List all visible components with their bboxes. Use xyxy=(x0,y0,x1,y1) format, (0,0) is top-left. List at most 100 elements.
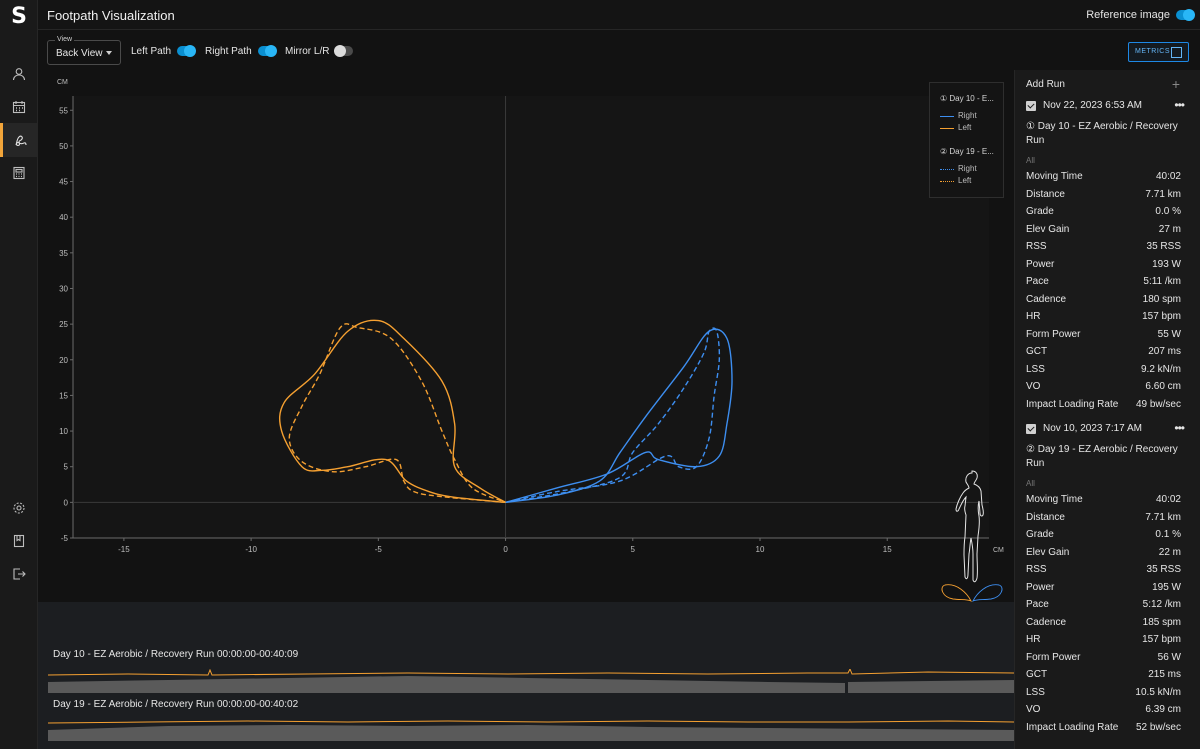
book-icon[interactable] xyxy=(0,524,38,558)
logout-icon[interactable] xyxy=(0,557,38,591)
page-title: Footpath Visualization xyxy=(47,8,175,23)
top-bar: Footpath Visualization Reference image xyxy=(38,0,1200,30)
metric-row: Cadence 185 spm xyxy=(1026,617,1181,631)
metric-row: Pace 5:11 /km xyxy=(1026,276,1181,290)
metric-value: 40:02 xyxy=(1155,494,1181,505)
right-path-toggle[interactable] xyxy=(257,45,277,58)
metric-row: Elev Gain 22 m xyxy=(1026,547,1181,561)
metric-row: Form Power 55 W xyxy=(1026,329,1181,343)
legend-group-2: ② Day 19 - E... xyxy=(940,147,994,156)
metric-row: Impact Loading Rate 49 bw/sec xyxy=(1026,399,1181,413)
metric-label: Power xyxy=(1026,581,1055,593)
metric-row: VO 6.39 cm xyxy=(1026,704,1181,718)
add-run-plus-icon[interactable]: + xyxy=(1172,76,1180,92)
metric-label: Pace xyxy=(1026,276,1049,287)
metric-row: Moving Time 40:02 xyxy=(1026,494,1181,508)
metric-row: Impact Loading Rate 52 bw/sec xyxy=(1026,722,1181,736)
run-checkbox[interactable] xyxy=(1026,101,1036,111)
metric-row: Cadence 180 spm xyxy=(1026,294,1181,308)
legend-item-right-1: Right xyxy=(940,111,1000,121)
left-path-control: Left Path xyxy=(131,45,197,58)
metric-value: 6.39 cm xyxy=(1145,704,1181,715)
x-tick-label: -15 xyxy=(118,545,130,554)
metric-label: VO xyxy=(1026,381,1041,392)
y-tick-label: 20 xyxy=(59,356,68,365)
run-more-icon[interactable]: ••• xyxy=(1174,98,1185,112)
y-tick-label: 50 xyxy=(59,142,68,151)
metric-row: LSS 9.2 kN/m xyxy=(1026,364,1181,378)
metric-value: 0.0 % xyxy=(1155,206,1181,217)
view-select[interactable]: Back View xyxy=(47,40,121,65)
chart-legend: ① Day 10 - E... Right Left ② Day 19 - E.… xyxy=(929,82,1004,198)
metric-row: Power 193 W xyxy=(1026,259,1181,273)
left-path-toggle[interactable] xyxy=(177,45,197,58)
metric-value: 35 RSS xyxy=(1146,564,1181,575)
metric-label: GCT xyxy=(1026,669,1048,680)
metric-row: VO 6.60 cm xyxy=(1026,381,1181,395)
run-filter[interactable]: All xyxy=(1026,479,1035,488)
metric-value: 27 m xyxy=(1158,223,1181,235)
y-tick-label: 55 xyxy=(59,106,68,115)
metric-label: Impact Loading Rate xyxy=(1026,398,1119,410)
settings-icon[interactable] xyxy=(0,491,38,525)
metric-label: GCT xyxy=(1026,346,1048,357)
metric-row: Grade 0.1 % xyxy=(1026,529,1181,543)
chevron-down-icon xyxy=(106,51,112,55)
add-run-label: Add Run xyxy=(1026,79,1065,90)
metric-label: Impact Loading Rate xyxy=(1026,721,1119,733)
legend-item-left-2: Left xyxy=(940,176,1000,186)
calculator-icon[interactable] xyxy=(0,156,38,190)
mirror-toggle[interactable] xyxy=(334,45,354,58)
metric-value: 7.71 km xyxy=(1145,188,1181,200)
run-date: Nov 10, 2023 7:17 AM xyxy=(1043,423,1142,434)
y-tick-label: 0 xyxy=(64,498,69,507)
metric-value: 185 spm xyxy=(1142,616,1181,628)
y-tick-label: 10 xyxy=(59,427,68,436)
right-path-control: Right Path xyxy=(205,45,277,58)
calendar-icon[interactable] xyxy=(0,90,38,124)
metric-value: 7.71 km xyxy=(1145,511,1181,523)
run-filter[interactable]: All xyxy=(1026,156,1035,165)
metric-value: 40:02 xyxy=(1155,171,1181,182)
run-checkbox[interactable] xyxy=(1026,424,1036,434)
timeline-track-2[interactable] xyxy=(48,717,1014,741)
left-nav: S xyxy=(0,0,38,749)
reference-image-toggle[interactable] xyxy=(1176,9,1195,21)
metric-row: HR 157 bpm xyxy=(1026,311,1181,325)
run-date: Nov 22, 2023 6:53 AM xyxy=(1043,100,1142,111)
metric-value: 10.5 kN/m xyxy=(1135,686,1181,698)
x-tick-label: 15 xyxy=(883,545,892,554)
metric-label: HR xyxy=(1026,634,1041,645)
metric-row: LSS 10.5 kN/m xyxy=(1026,687,1181,701)
y-tick-label: 5 xyxy=(64,463,69,472)
user-icon[interactable] xyxy=(0,57,38,91)
view-select-label: View xyxy=(55,36,75,43)
metric-label: Moving Time xyxy=(1026,171,1083,182)
metric-value: 9.2 kN/m xyxy=(1140,363,1181,375)
metric-label: HR xyxy=(1026,311,1041,322)
x-tick-label: -5 xyxy=(375,545,383,554)
metric-label: LSS xyxy=(1026,686,1045,698)
run-more-icon[interactable]: ••• xyxy=(1174,421,1185,435)
metrics-button[interactable]: METRICS xyxy=(1128,42,1189,62)
view-select-value: Back View xyxy=(56,48,103,59)
timeline-track-1[interactable] xyxy=(48,669,1014,693)
metric-row: Form Power 56 W xyxy=(1026,652,1181,666)
x-tick-label: 5 xyxy=(631,545,636,554)
footpath-icon[interactable] xyxy=(0,123,38,157)
left-path-label: Left Path xyxy=(131,46,172,57)
metric-row: Pace 5:12 /km xyxy=(1026,599,1181,613)
reference-runner-image xyxy=(941,470,1003,603)
y-tick-label: 25 xyxy=(59,320,68,329)
app-logo[interactable]: S xyxy=(0,4,38,34)
x-tick-label: -10 xyxy=(245,545,257,554)
metric-label: RSS xyxy=(1026,564,1047,575)
y-tick-label: 30 xyxy=(59,284,68,293)
run-name: ② Day 19 - EZ Aerobic / Recovery Run xyxy=(1026,444,1178,469)
metric-label: Elev Gain xyxy=(1026,546,1070,558)
x-tick-label: 0 xyxy=(503,545,508,554)
metric-row: GCT 207 ms xyxy=(1026,346,1181,360)
plot-area xyxy=(73,96,989,538)
y-tick-label: 45 xyxy=(59,178,68,187)
runs-panel: Add Run + Nov 22, 2023 6:53 AM ••• ① Day 1… xyxy=(1014,70,1200,749)
